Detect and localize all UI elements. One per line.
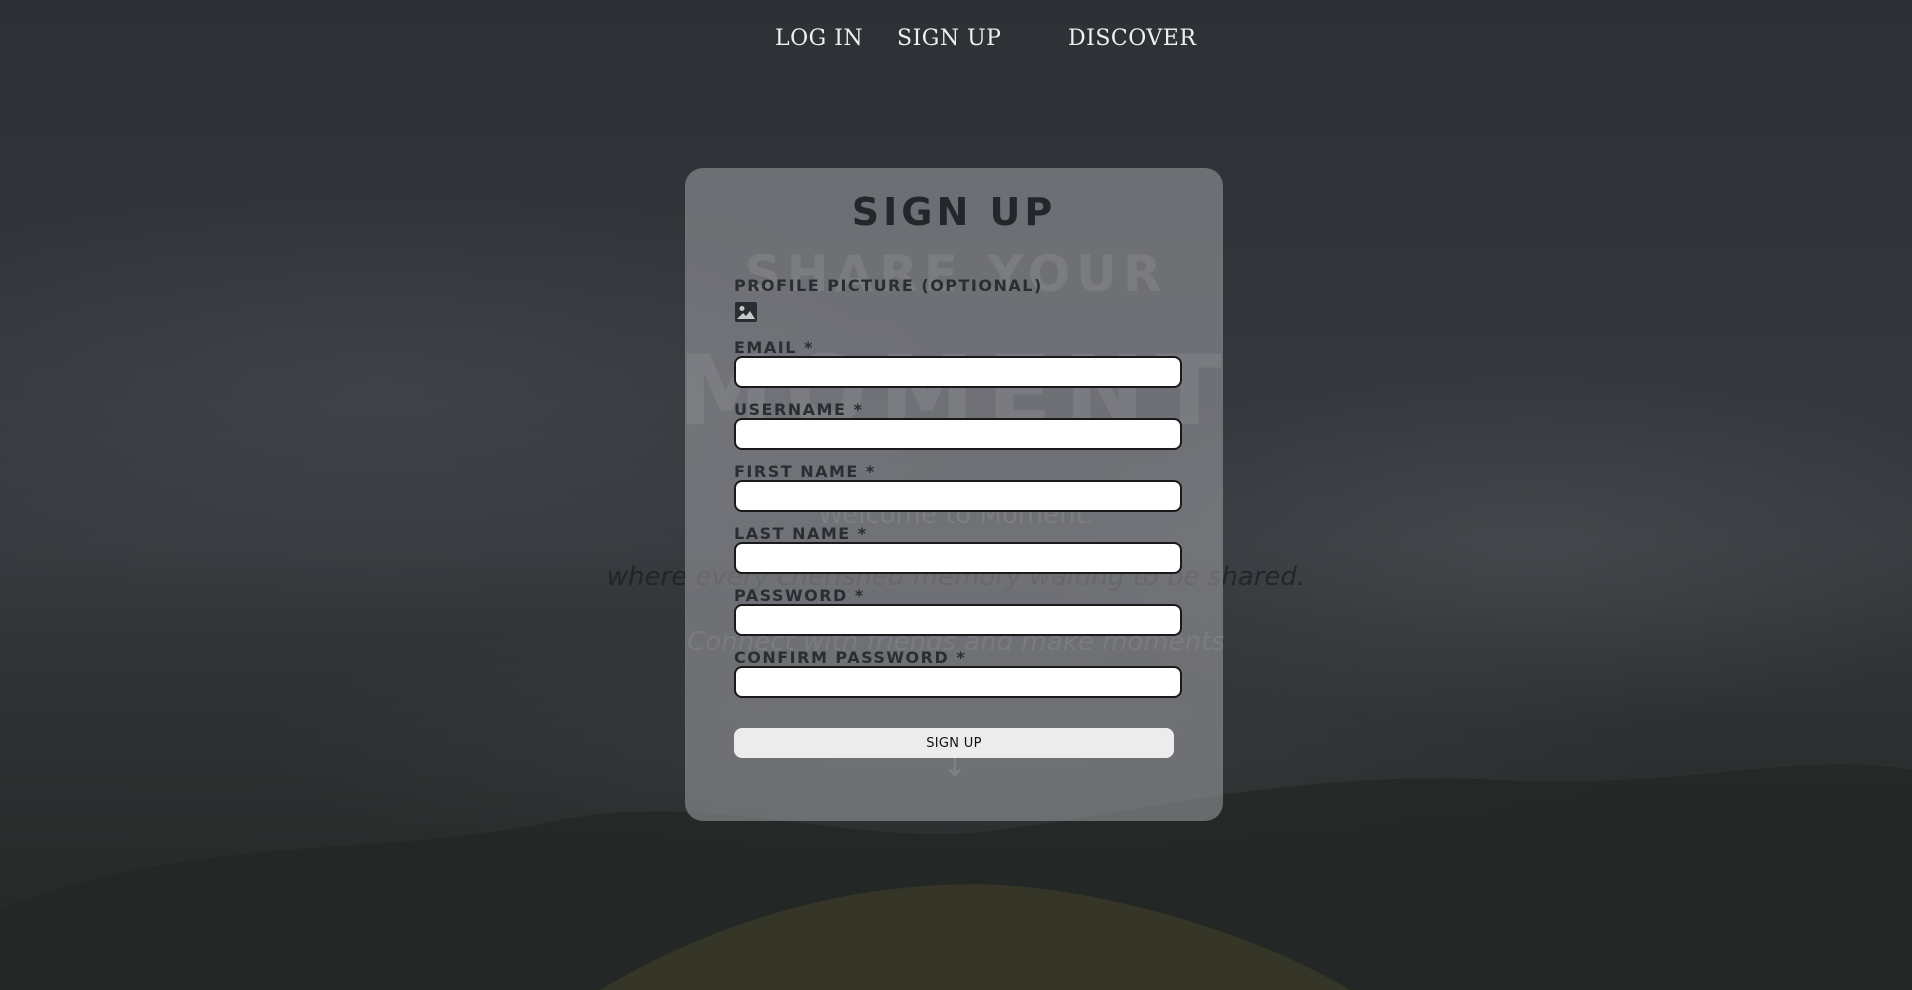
signup-submit-button[interactable]: SIGN UP xyxy=(734,728,1174,758)
nav-login-link[interactable]: LOG IN xyxy=(775,26,863,51)
top-nav: LOG IN SIGN UP DISCOVER xyxy=(0,26,1912,58)
nav-signup-link[interactable]: SIGN UP xyxy=(897,26,1001,51)
first-name-label: FIRST NAME * xyxy=(734,462,876,481)
confirm-password-label: CONFIRM PASSWORD * xyxy=(734,648,967,667)
password-field[interactable] xyxy=(734,604,1182,636)
profile-picture-label: PROFILE PICTURE (OPTIONAL) xyxy=(734,276,1043,295)
last-name-label: LAST NAME * xyxy=(734,524,868,543)
first-name-field[interactable] xyxy=(734,480,1182,512)
email-label: EMAIL * xyxy=(734,338,814,357)
confirm-password-field[interactable] xyxy=(734,666,1182,698)
form-title: SIGN UP xyxy=(851,190,1057,234)
nav-discover-link[interactable]: DISCOVER xyxy=(1068,26,1196,51)
password-label: PASSWORD * xyxy=(734,586,865,605)
email-field[interactable] xyxy=(734,356,1182,388)
signup-card: SIGN UP PROFILE PICTURE (OPTIONAL) EMAIL… xyxy=(685,168,1223,821)
last-name-field[interactable] xyxy=(734,542,1182,574)
username-field[interactable] xyxy=(734,418,1182,450)
image-icon[interactable] xyxy=(734,301,758,323)
username-label: USERNAME * xyxy=(734,400,864,419)
